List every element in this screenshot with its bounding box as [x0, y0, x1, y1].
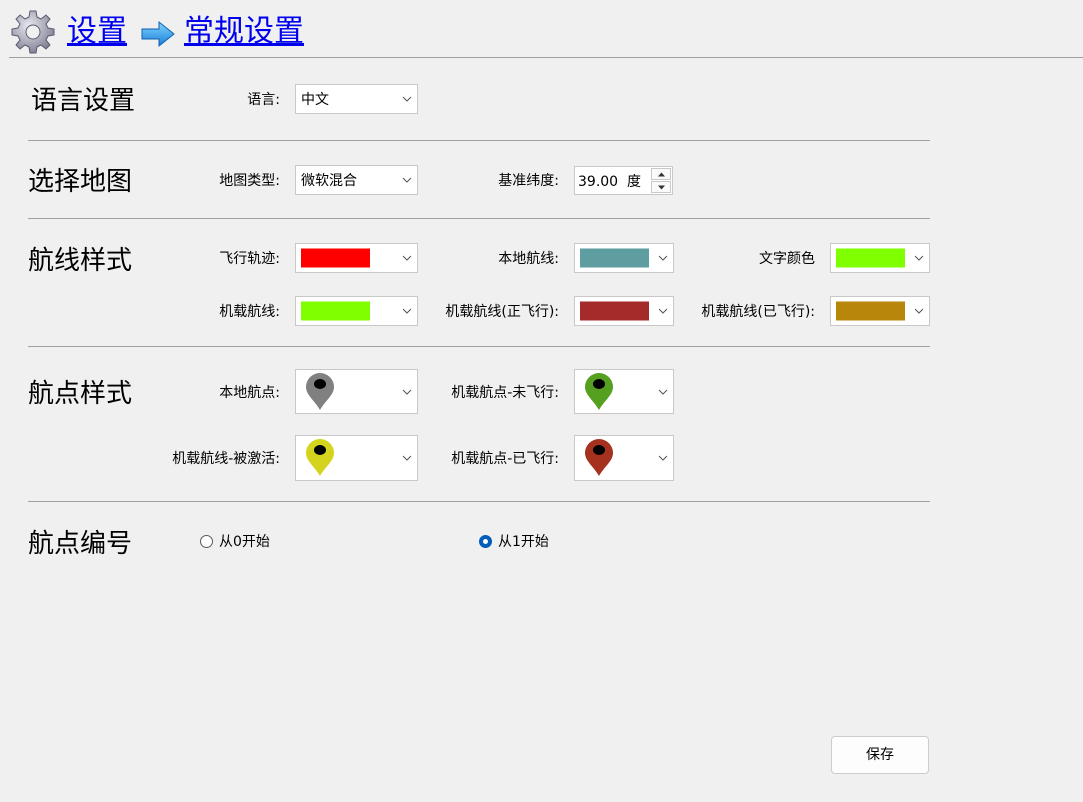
chevron-down-icon	[402, 96, 412, 102]
base-latitude-spinbox[interactable]: 39.00 度	[574, 166, 673, 195]
map-type-select[interactable]: 微软混合	[295, 165, 418, 195]
section-divider	[28, 346, 930, 347]
chevron-down-icon	[914, 308, 924, 314]
map-section-title: 选择地图	[28, 167, 133, 197]
local-route-label: 本地航线:	[498, 251, 559, 267]
radio-checked-icon	[479, 535, 492, 548]
onboard-waypoint-not-flown-marker-select[interactable]	[574, 369, 674, 414]
header-divider	[9, 57, 1083, 58]
waypoint-numbering-section-title: 航点编号	[28, 529, 133, 559]
color-swatch	[836, 248, 905, 268]
map-type-select-value: 微软混合	[301, 173, 357, 189]
onboard-route-color-select[interactable]	[295, 296, 418, 326]
local-waypoint-label: 本地航点:	[219, 385, 280, 401]
onboard-waypoint-flown-marker-select[interactable]	[574, 435, 674, 481]
base-latitude-label: 基准纬度:	[498, 173, 559, 189]
color-swatch	[301, 301, 370, 321]
radio-unchecked-icon	[200, 535, 213, 548]
gear-icon	[11, 10, 55, 54]
caret-down-icon	[658, 185, 665, 190]
map-pin-icon	[306, 439, 334, 476]
flight-track-label: 飞行轨迹:	[219, 251, 280, 267]
onboard-waypoint-flown-label: 机载航点-已飞行:	[451, 451, 559, 467]
chevron-down-icon	[658, 389, 668, 395]
chevron-down-icon	[402, 389, 412, 395]
onboard-route-flying-label: 机载航线(正飞行):	[445, 304, 559, 320]
numbering-from-1-label: 从1开始	[498, 534, 549, 550]
waypoint-style-section-title: 航点样式	[28, 379, 133, 409]
chevron-down-icon	[658, 255, 668, 261]
arrow-right-icon	[141, 20, 175, 48]
chevron-down-icon	[914, 255, 924, 261]
spinbox-buttons	[651, 168, 671, 194]
local-route-color-select[interactable]	[574, 243, 674, 273]
numbering-from-1-radio[interactable]: 从1开始	[479, 532, 579, 552]
language-label: 语言:	[247, 92, 280, 108]
language-select-value: 中文	[301, 92, 329, 108]
breadcrumb-settings-link[interactable]: 设置	[67, 12, 127, 52]
chevron-down-icon	[658, 455, 668, 461]
map-pin-icon	[585, 439, 613, 476]
onboard-waypoint-not-flown-label: 机载航点-未飞行:	[451, 385, 559, 401]
map-pin-icon	[306, 372, 334, 410]
flight-track-color-select[interactable]	[295, 243, 418, 273]
language-select[interactable]: 中文	[295, 84, 418, 114]
onboard-route-flying-color-select[interactable]	[574, 296, 674, 326]
section-divider	[28, 218, 930, 219]
section-divider	[28, 140, 930, 141]
section-divider	[28, 501, 930, 502]
onboard-route-flown-color-select[interactable]	[830, 296, 930, 326]
color-swatch	[836, 301, 905, 321]
header-bar: 设置 常规设置	[0, 0, 1083, 58]
text-color-label: 文字颜色	[759, 251, 815, 267]
color-swatch	[301, 248, 370, 268]
spin-up-button[interactable]	[651, 168, 671, 180]
onboard-route-activated-marker-select[interactable]	[295, 435, 418, 481]
map-type-label: 地图类型:	[219, 173, 280, 189]
numbering-from-0-radio[interactable]: 从0开始	[200, 532, 300, 552]
spin-down-button[interactable]	[651, 181, 671, 193]
base-latitude-value: 39.00 度	[578, 173, 641, 190]
numbering-from-0-label: 从0开始	[219, 534, 270, 550]
language-section-title: 语言设置	[31, 86, 136, 116]
onboard-route-label: 机载航线:	[219, 304, 280, 320]
save-button[interactable]: 保存	[831, 736, 929, 774]
color-swatch	[580, 248, 649, 268]
chevron-down-icon	[402, 455, 412, 461]
map-pin-icon	[585, 372, 613, 410]
local-waypoint-marker-select[interactable]	[295, 369, 418, 414]
onboard-route-activated-label: 机载航线-被激活:	[172, 451, 280, 467]
route-style-section-title: 航线样式	[28, 246, 133, 276]
caret-up-icon	[658, 172, 665, 177]
chevron-down-icon	[402, 177, 412, 183]
chevron-down-icon	[402, 255, 412, 261]
breadcrumb-general-settings-link[interactable]: 常规设置	[184, 12, 304, 52]
onboard-route-flown-label: 机载航线(已飞行):	[701, 304, 815, 320]
chevron-down-icon	[658, 308, 668, 314]
color-swatch	[580, 301, 649, 321]
text-color-select[interactable]	[830, 243, 930, 273]
chevron-down-icon	[402, 308, 412, 314]
